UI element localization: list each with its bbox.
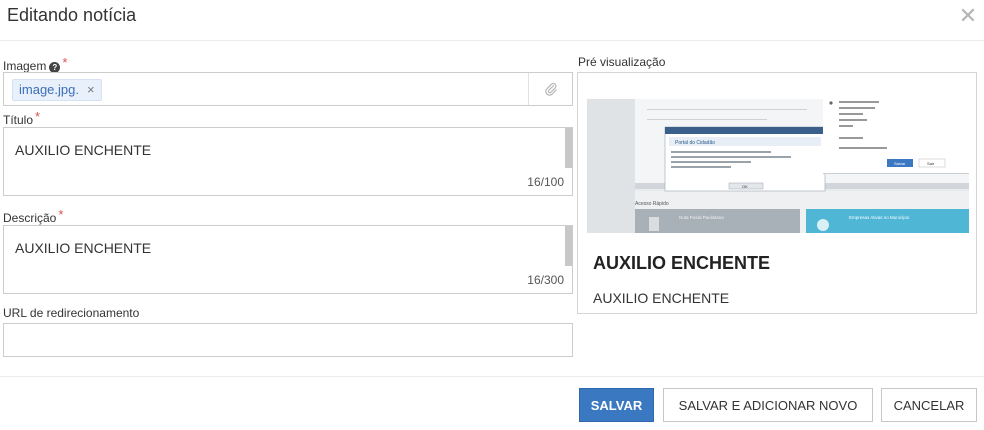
thumb-save: Salvar [894,161,906,166]
description-char-counter: 16/300 [527,273,564,287]
preview-thumbnail: Acesso Rápido Nota Fiscal Paulistana Emp… [587,99,969,233]
image-label-text: Imagem [3,59,47,73]
preview-description: AUXILIO ENCHENTE [593,290,730,306]
thumb-ok: OK [742,184,748,189]
title-value: AUXILIO ENCHENTE [15,142,152,158]
image-file-tag: image.jpg. × [12,79,102,101]
redirect-url-input[interactable] [3,323,573,357]
redirect-url-label: URL de redirecionamento [3,306,140,320]
title-label-text: Título [3,113,34,127]
thumb-tile-2: Empresas Ativas no Município [849,215,910,220]
required-mark: * [62,55,68,70]
preview-title: AUXILIO ENCHENTE [593,253,771,273]
save-and-add-new-button[interactable]: SALVAR E ADICIONAR NOVO [663,388,873,422]
close-icon[interactable]: ✕ [958,5,978,27]
title-char-counter: 16/100 [527,175,564,189]
cancel-button[interactable]: CANCELAR [881,388,977,422]
modal-title: Editando notícia [7,5,137,25]
image-label: Imagem? * [3,55,67,73]
required-mark: * [58,207,64,222]
description-textarea[interactable]: AUXILIO ENCHENTE 16/300 [3,225,573,294]
preview-card: Acesso Rápido Nota Fiscal Paulistana Emp… [577,72,977,314]
thumb-cancel: Sair [927,161,935,166]
paperclip-icon [544,82,557,96]
thumb-dialog-title: Portal do Cidadão [675,140,715,146]
title-textarea[interactable]: AUXILIO ENCHENTE 16/100 [3,127,573,196]
description-label: Descrição * [3,207,63,225]
thumb-tile-1: Nota Fiscal Paulistana [679,215,724,220]
image-upload-field[interactable]: image.jpg. × [3,72,573,106]
footer-divider [0,376,984,377]
header-divider [0,40,984,41]
description-value: AUXILIO ENCHENTE [15,240,152,256]
title-label: Título * [3,109,40,127]
scrollbar[interactable] [565,226,572,266]
remove-file-icon[interactable]: × [87,80,95,100]
scrollbar[interactable] [565,128,572,168]
required-mark: * [35,109,41,124]
preview-screenshot-image: Acesso Rápido Nota Fiscal Paulistana Emp… [587,99,969,233]
description-label-text: Descrição [3,211,57,225]
image-file-name: image.jpg. [19,82,79,97]
thumb-quick-access: Acesso Rápido [635,201,669,207]
attach-button[interactable] [528,73,572,105]
save-button[interactable]: SALVAR [579,388,654,422]
preview-label: Pré visualização [578,55,666,69]
